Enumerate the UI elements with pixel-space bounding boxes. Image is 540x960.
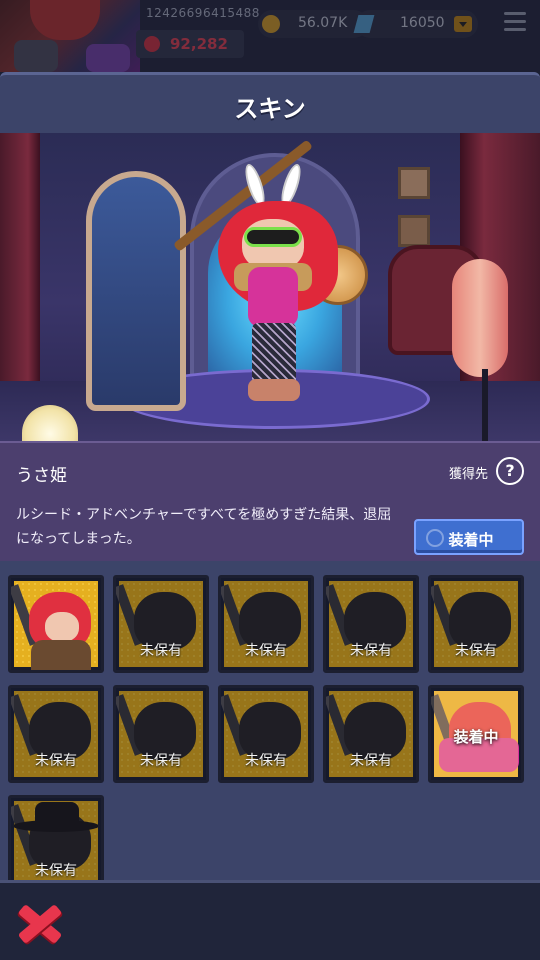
- skin-tile[interactable]: 装着中: [428, 685, 524, 783]
- close-x-icon[interactable]: [14, 903, 64, 943]
- skin-tile[interactable]: 未保有: [323, 685, 419, 783]
- skin-description: ルシード・アドベンチャーですべてを極めすぎた結果、退屈になってしまった。: [16, 507, 392, 547]
- character-legs: [252, 323, 296, 385]
- top-status-bar: 12426696415488 92,282 56.07K 16050: [0, 0, 540, 72]
- not-owned-label: 未保有: [35, 753, 77, 769]
- picture-frame: [398, 167, 430, 199]
- skin-tile[interactable]: 未保有: [428, 575, 524, 673]
- not-owned-label: 未保有: [350, 643, 392, 659]
- skin-tile[interactable]: 未保有: [8, 795, 104, 881]
- plant-stand: [482, 369, 488, 441]
- not-owned-label: 未保有: [350, 753, 392, 769]
- not-owned-label: 未保有: [140, 643, 182, 659]
- character-mask: [244, 227, 302, 247]
- character-boots: [248, 379, 300, 401]
- character-preview: [208, 161, 338, 403]
- character-body: [248, 267, 298, 327]
- skin-tile[interactable]: 未保有: [113, 575, 209, 673]
- help-circle-icon[interactable]: ?: [496, 457, 524, 485]
- skin-modal: スキン うさ姫 獲得先 ? ルシード・アドベンチャーですべてを極めすぎた結果、退…: [0, 72, 540, 960]
- not-owned-label: 未保有: [35, 863, 77, 879]
- skin-tile[interactable]: 未保有: [323, 575, 419, 673]
- skin-tile[interactable]: 未保有: [218, 575, 314, 673]
- equip-button[interactable]: 装着中: [414, 519, 524, 555]
- skin-name: うさ姫: [16, 466, 67, 486]
- skin-grid: 未保有 未保有 未保有 未保有 未保有 未保有 未保有 未保有 装着中 未保有: [0, 563, 540, 881]
- skin-tile[interactable]: [8, 575, 104, 673]
- skin-preview-scene: [0, 133, 540, 441]
- source-label[interactable]: 獲得先: [449, 463, 488, 482]
- modal-title: スキン: [234, 95, 306, 123]
- skin-info-panel: うさ姫 獲得先 ? ルシード・アドベンチャーですべてを極めすぎた結果、退屈になっ…: [0, 441, 540, 561]
- portrait-face: [45, 612, 79, 642]
- portrait-coat: [31, 640, 91, 670]
- picture-frame: [398, 215, 430, 247]
- standing-mirror: [86, 171, 186, 411]
- equip-button-label: 装着中: [448, 531, 494, 549]
- skin-tile[interactable]: 未保有: [8, 685, 104, 783]
- equipped-label: 装着中: [453, 728, 499, 746]
- bottom-bar: [0, 880, 540, 960]
- not-owned-label: 未保有: [140, 753, 182, 769]
- not-owned-label: 未保有: [245, 643, 287, 659]
- modal-backdrop: [0, 0, 540, 72]
- not-owned-label: 未保有: [245, 753, 287, 769]
- skin-tile[interactable]: 未保有: [113, 685, 209, 783]
- cactus-plant: [452, 259, 508, 377]
- skin-tile[interactable]: 未保有: [218, 685, 314, 783]
- not-owned-label: 未保有: [455, 643, 497, 659]
